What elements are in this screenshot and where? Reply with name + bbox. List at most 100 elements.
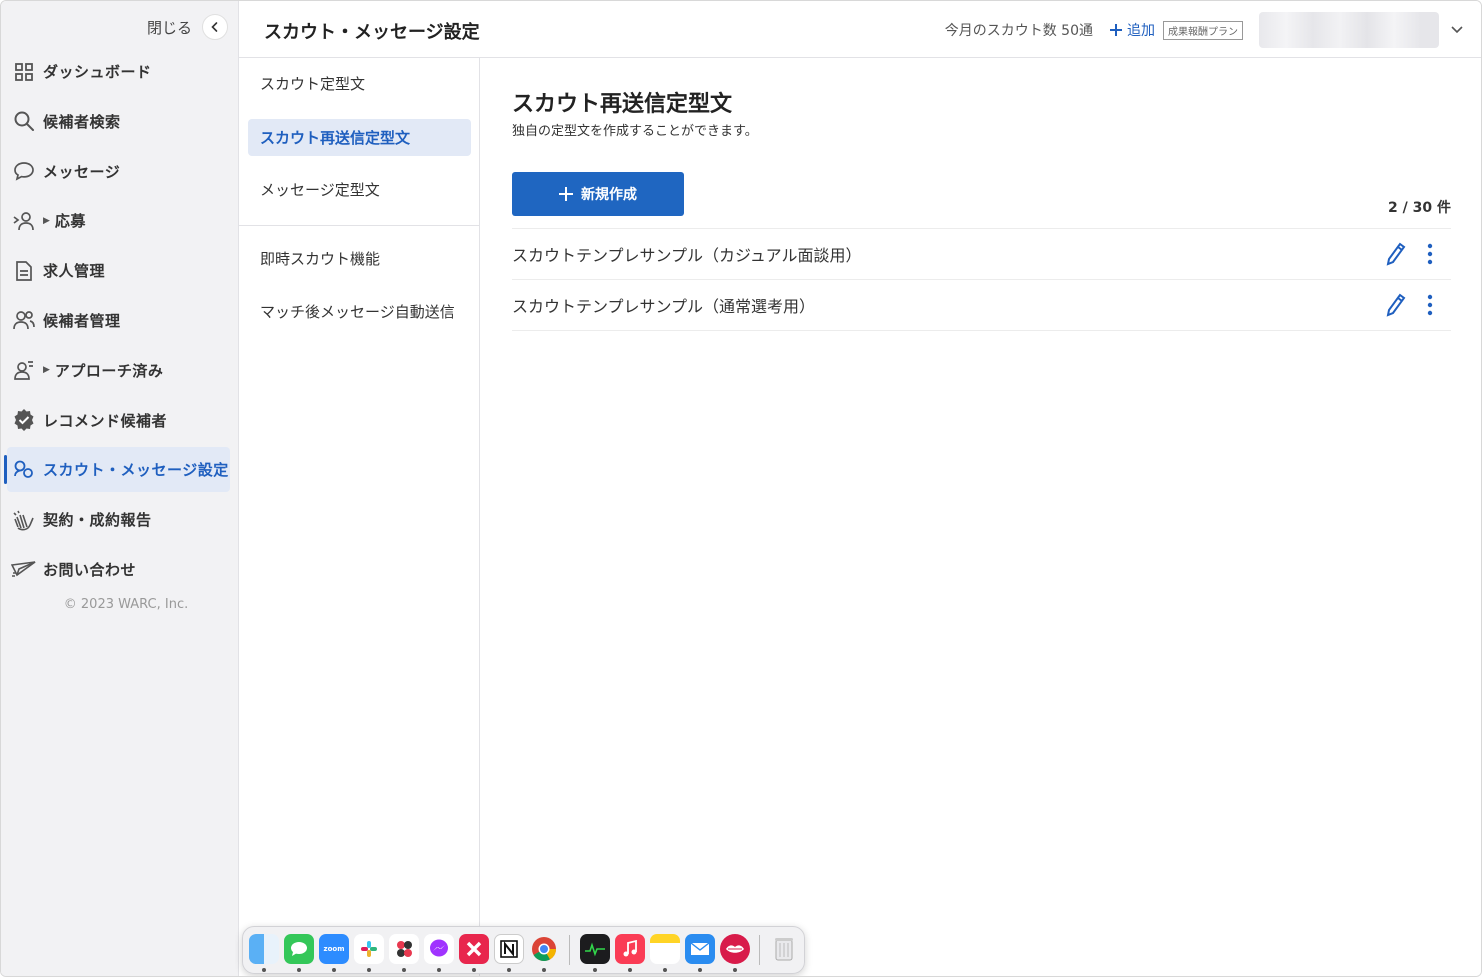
- scout-settings-icon: [11, 457, 37, 483]
- subnav-item-message-templates[interactable]: メッセージ定型文: [248, 171, 471, 208]
- document-icon: [11, 258, 37, 284]
- scout-count: 今月のスカウト数 50通: [944, 23, 1093, 39]
- caret-right-icon: ▶: [43, 215, 50, 226]
- subnav-item-resend-templates[interactable]: スカウト再送信定型文: [248, 119, 471, 156]
- template-name[interactable]: スカウトテンプレサンプル（カジュアル面談用）: [512, 242, 1385, 266]
- sidebar-item-dashboard[interactable]: ダッシュボード: [7, 49, 230, 94]
- running-indicator: [262, 968, 266, 972]
- header-actions: 今月のスカウト数 50通 追加 成果報酬プラン: [944, 12, 1467, 48]
- zoom-icon[interactable]: zoom: [319, 934, 349, 964]
- sidebar-item-contact[interactable]: お問い合わせ: [7, 547, 230, 592]
- applicant-icon: [11, 208, 37, 234]
- template-name[interactable]: スカウトテンプレサンプル（通常選考用）: [512, 293, 1385, 317]
- sidebar-item-label: 応募: [54, 212, 86, 231]
- sidebar-item-job-management[interactable]: 求人管理: [7, 248, 230, 293]
- sidebar-item-scout-settings[interactable]: スカウト・メッセージ設定: [4, 447, 230, 493]
- add-label[interactable]: 追加: [1127, 20, 1155, 40]
- search-icon: [11, 108, 37, 134]
- mail-icon[interactable]: [685, 934, 715, 964]
- subnav-item-scout-templates[interactable]: スカウト定型文: [248, 65, 471, 102]
- activity-monitor-icon[interactable]: [580, 934, 610, 964]
- zoom-text: zoom: [323, 945, 345, 953]
- subnav-item-auto-message[interactable]: マッチ後メッセージ自動送信: [248, 293, 471, 330]
- section-description: 独自の定型文を作成することができます。: [512, 124, 758, 139]
- edit-pencil-icon[interactable]: [1385, 292, 1407, 318]
- subnav-divider: [239, 225, 479, 226]
- settings-subnav: スカウト定型文 スカウト再送信定型文 メッセージ定型文 即時スカウト機能 マッチ…: [239, 58, 480, 976]
- add-scout-button[interactable]: 追加: [1109, 20, 1155, 40]
- sidebar: 閉じる ダッシュボード 候補者検索 メッセージ ▶ 応募 求人管理 候補者管理 …: [1, 1, 239, 976]
- lips-app-icon[interactable]: [720, 934, 750, 964]
- sidebar-item-approached[interactable]: ▶ アプローチ済み: [7, 348, 230, 393]
- section-title: スカウト再送信定型文: [512, 92, 733, 117]
- dock-separator: [569, 935, 570, 965]
- main-content: スカウト再送信定型文 独自の定型文を作成することができます。 新規作成 2 / …: [481, 58, 1481, 976]
- paper-plane-icon: [11, 556, 37, 582]
- sidebar-nav: ダッシュボード 候補者検索 メッセージ ▶ 応募 求人管理 候補者管理 ▶ アプ…: [4, 49, 230, 597]
- chrome-icon[interactable]: [529, 934, 559, 964]
- account-name-blurred[interactable]: [1259, 12, 1439, 48]
- sidebar-item-label: 求人管理: [43, 262, 106, 281]
- copyright: © 2023 WARC, Inc.: [63, 597, 189, 612]
- row-actions: [1385, 292, 1441, 318]
- running-indicator: [628, 968, 632, 972]
- sidebar-item-label: レコメンド候補者: [43, 411, 168, 430]
- row-actions: [1385, 241, 1441, 267]
- sidebar-item-label: メッセージ: [43, 162, 121, 181]
- sidebar-item-label: アプローチ済み: [54, 361, 164, 380]
- macos-dock: zoom: [242, 926, 805, 974]
- messenger-icon[interactable]: [424, 934, 454, 964]
- running-indicator: [437, 968, 441, 972]
- edit-pencil-icon[interactable]: [1385, 241, 1407, 267]
- sidebar-item-label: 契約・成約報告: [43, 511, 152, 530]
- new-template-button[interactable]: 新規作成: [512, 172, 684, 216]
- more-vertical-icon[interactable]: [1419, 292, 1441, 318]
- caret-right-icon: ▶: [43, 365, 50, 376]
- template-list: スカウトテンプレサンプル（カジュアル面談用） スカウトテンプレサンプル（通常選考…: [512, 228, 1451, 331]
- template-row[interactable]: スカウトテンプレサンプル（カジュアル面談用）: [512, 229, 1451, 280]
- notes-icon[interactable]: [650, 934, 680, 964]
- running-indicator: [507, 968, 511, 972]
- page-title: スカウト・メッセージ設定: [264, 22, 480, 43]
- chevron-left-icon[interactable]: [202, 14, 228, 40]
- sidebar-item-applications[interactable]: ▶ 応募: [7, 198, 230, 243]
- plan-badge: 成果報酬プラン: [1163, 20, 1243, 40]
- running-indicator: [402, 968, 406, 972]
- running-indicator: [297, 968, 301, 972]
- running-indicator: [472, 968, 476, 972]
- close-label[interactable]: 閉じる: [147, 17, 192, 38]
- plus-icon: [1110, 24, 1122, 36]
- trash-icon[interactable]: [769, 934, 799, 964]
- messages-icon[interactable]: [284, 934, 314, 964]
- music-icon[interactable]: [615, 934, 645, 964]
- plus-icon: [559, 187, 573, 201]
- sidebar-item-recommended[interactable]: レコメンド候補者: [7, 398, 230, 443]
- slack-icon[interactable]: [354, 934, 384, 964]
- new-template-label[interactable]: 新規作成: [581, 184, 637, 204]
- sidebar-item-contract-report[interactable]: 契約・成約報告: [7, 497, 230, 542]
- running-indicator: [332, 968, 336, 972]
- sidebar-item-label: 候補者管理: [43, 311, 121, 330]
- running-indicator: [698, 968, 702, 972]
- sidebar-close-row[interactable]: 閉じる: [147, 14, 228, 40]
- chevron-down-icon[interactable]: [1447, 20, 1467, 40]
- template-row[interactable]: スカウトテンプレサンプル（通常選考用）: [512, 280, 1451, 331]
- running-indicator: [542, 968, 546, 972]
- dock-separator: [759, 935, 760, 965]
- header: スカウト・メッセージ設定 今月のスカウト数 50通 追加 成果報酬プラン: [239, 1, 1481, 58]
- chat-bubble-icon: [11, 158, 37, 184]
- sidebar-item-messages[interactable]: メッセージ: [7, 149, 230, 194]
- subnav-item-instant-scout[interactable]: 即時スカウト機能: [248, 240, 471, 277]
- template-count: 2 / 30 件: [1388, 200, 1451, 216]
- running-indicator: [663, 968, 667, 972]
- sidebar-item-candidate-search[interactable]: 候補者検索: [7, 99, 230, 144]
- more-vertical-icon[interactable]: [1419, 241, 1441, 267]
- notion-icon[interactable]: [494, 934, 524, 964]
- dashboard-icon: [11, 59, 37, 85]
- finder-icon[interactable]: [249, 934, 279, 964]
- sidebar-item-candidate-management[interactable]: 候補者管理: [7, 298, 230, 343]
- users-icon: [11, 307, 37, 333]
- xmind-icon[interactable]: [459, 934, 489, 964]
- scrapbox-icon[interactable]: [389, 934, 419, 964]
- running-indicator: [367, 968, 371, 972]
